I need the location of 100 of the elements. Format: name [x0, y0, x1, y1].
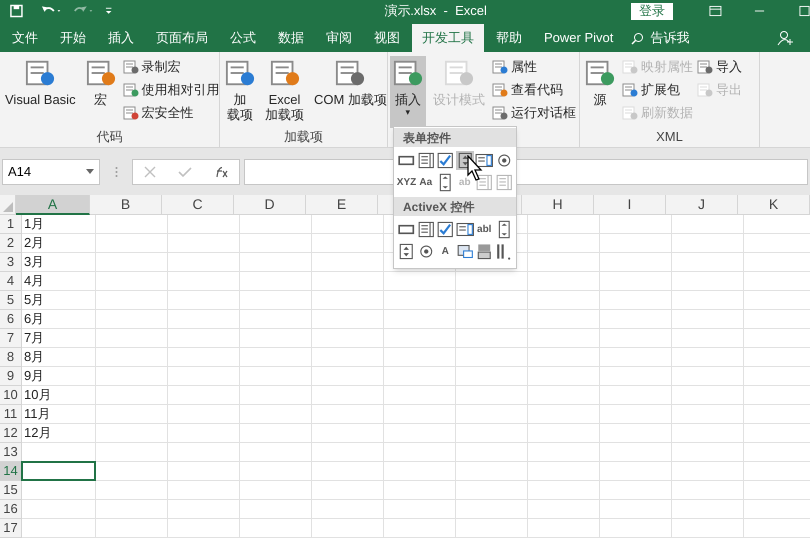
column-header[interactable]: B [90, 195, 162, 215]
column-header[interactable]: H [522, 195, 594, 215]
row-header[interactable]: 12 [0, 424, 22, 443]
row-header[interactable]: 8 [0, 348, 22, 367]
sheet-cell[interactable]: 5月 [22, 291, 96, 310]
enter-icon[interactable] [178, 166, 192, 178]
row-header[interactable]: 9 [0, 367, 22, 386]
tool-icon [622, 82, 638, 98]
ribbon-display-icon[interactable] [709, 5, 722, 17]
column-header[interactable]: J [666, 195, 738, 215]
save-icon[interactable] [10, 4, 23, 18]
tool-icon [622, 104, 638, 120]
tool-icon [492, 82, 508, 98]
ribbon-tab[interactable]: 帮助 [486, 24, 532, 52]
ribbon-tab[interactable]: 审阅 [316, 24, 362, 52]
column-header[interactable]: A [16, 195, 90, 215]
tool-icon [270, 58, 300, 88]
row-header[interactable]: 14 [0, 462, 22, 481]
ribbon-tab[interactable]: 开发工具 [412, 24, 484, 52]
ribbon-small-button[interactable]: 属性 [492, 56, 576, 77]
sheet-cell[interactable]: 6月 [22, 310, 96, 329]
control-icon[interactable] [436, 220, 454, 239]
sheet-cell[interactable]: 2月 [22, 234, 96, 253]
column-header[interactable]: E [306, 195, 378, 215]
tool-icon [335, 58, 366, 88]
sheet-cell[interactable]: 10月 [22, 386, 96, 405]
row-header[interactable]: 3 [0, 253, 22, 272]
row-header[interactable]: 2 [0, 234, 22, 253]
column-header[interactable]: D [234, 195, 306, 215]
row-header[interactable]: 7 [0, 329, 22, 348]
group-label: 加载项 [284, 129, 323, 146]
row-header[interactable]: 15 [0, 481, 22, 500]
ribbon-small-button[interactable]: 查看代码 [492, 79, 576, 100]
row-header[interactable]: 4 [0, 272, 22, 291]
ribbon-small-button[interactable]: 宏安全性 [122, 102, 220, 123]
ribbon-button[interactable]: 加 载项 [222, 56, 258, 128]
control-icon[interactable]: XYZ [397, 173, 416, 192]
ribbon-small-button[interactable]: 使用相对引用 [122, 79, 220, 100]
control-icon[interactable] [456, 220, 474, 239]
row-header[interactable]: 13 [0, 443, 22, 462]
ribbon-small-button[interactable]: 运行对话框 [492, 102, 576, 123]
share-person-icon[interactable] [777, 30, 794, 46]
sheet-cell[interactable]: 4月 [22, 272, 96, 291]
tell-me-field[interactable]: 告诉我 [650, 28, 690, 48]
ribbon-small-button[interactable]: 扩展包 [622, 79, 693, 100]
sheet-cell[interactable]: 11月 [22, 405, 96, 424]
control-icon[interactable] [475, 151, 494, 170]
ribbon-button[interactable]: 插入 ▾ [390, 56, 426, 128]
row-header[interactable]: 10 [0, 386, 22, 405]
ribbon-tab[interactable]: 插入 [98, 24, 144, 52]
ribbon-tab[interactable]: 视图 [364, 24, 410, 52]
ribbon-button[interactable]: COM 加载项 [311, 56, 390, 128]
ribbon-small-button[interactable]: 录制宏 [122, 56, 220, 77]
select-all-icon[interactable] [3, 202, 13, 212]
control-icon[interactable] [416, 151, 435, 170]
ribbon-button[interactable]: 源 [582, 56, 618, 128]
control-icon[interactable] [416, 220, 435, 239]
insert-function-icon[interactable] [214, 166, 228, 178]
row-header[interactable]: 6 [0, 310, 22, 329]
sheet-cell[interactable]: 12月 [22, 424, 96, 443]
ribbon-button[interactable]: Visual Basic [2, 56, 79, 128]
control-icon[interactable] [475, 242, 494, 261]
column-header[interactable]: C [162, 195, 234, 215]
ribbon-button[interactable]: 宏 [82, 56, 119, 128]
maximize-icon[interactable] [799, 5, 810, 17]
ribbon-button[interactable]: Excel 加载项 [262, 56, 307, 128]
ribbon-tab[interactable]: 公式 [220, 24, 266, 52]
control-icon[interactable] [456, 242, 474, 261]
sheet-cell[interactable]: 7月 [22, 329, 96, 348]
sheet-cell[interactable]: 1月 [22, 215, 96, 234]
tool-icon [225, 58, 255, 88]
column-header[interactable]: K [738, 195, 810, 215]
tool-icon [622, 58, 638, 74]
cancel-icon[interactable] [144, 166, 156, 178]
row-header[interactable]: 17 [0, 519, 22, 538]
control-icon[interactable] [436, 151, 454, 170]
control-icon[interactable] [397, 242, 416, 261]
sheet-cell[interactable]: 3月 [22, 253, 96, 272]
tool-icon [492, 104, 508, 120]
row-header[interactable]: 1 [0, 215, 22, 234]
name-box[interactable]: A14 [2, 158, 100, 184]
sheet-cell[interactable]: 9月 [22, 367, 96, 386]
splitter-icon[interactable] [115, 166, 118, 178]
ribbon-tab[interactable]: 数据 [268, 24, 314, 52]
control-icon[interactable]: abl [475, 220, 494, 239]
customize-icon[interactable] [104, 6, 112, 16]
row-header[interactable]: 11 [0, 405, 22, 424]
ribbon-tab[interactable]: 文件 [2, 24, 48, 52]
row-header[interactable]: 16 [0, 500, 22, 519]
row-header[interactable]: 5 [0, 291, 22, 310]
ribbon-tab[interactable]: 开始 [50, 24, 96, 52]
column-header[interactable]: I [594, 195, 666, 215]
control-icon[interactable] [494, 242, 513, 261]
ribbon-small-button[interactable]: 导入 [697, 56, 742, 77]
control-icon[interactable]: Aa [416, 173, 435, 192]
control-icon[interactable]: A [436, 242, 454, 261]
sheet-cell[interactable]: 8月 [22, 348, 96, 367]
sign-in-button[interactable]: 登录 [630, 2, 674, 20]
ribbon-tab[interactable]: Power Pivot [534, 24, 624, 52]
ribbon-tab[interactable]: 页面布局 [146, 24, 218, 52]
